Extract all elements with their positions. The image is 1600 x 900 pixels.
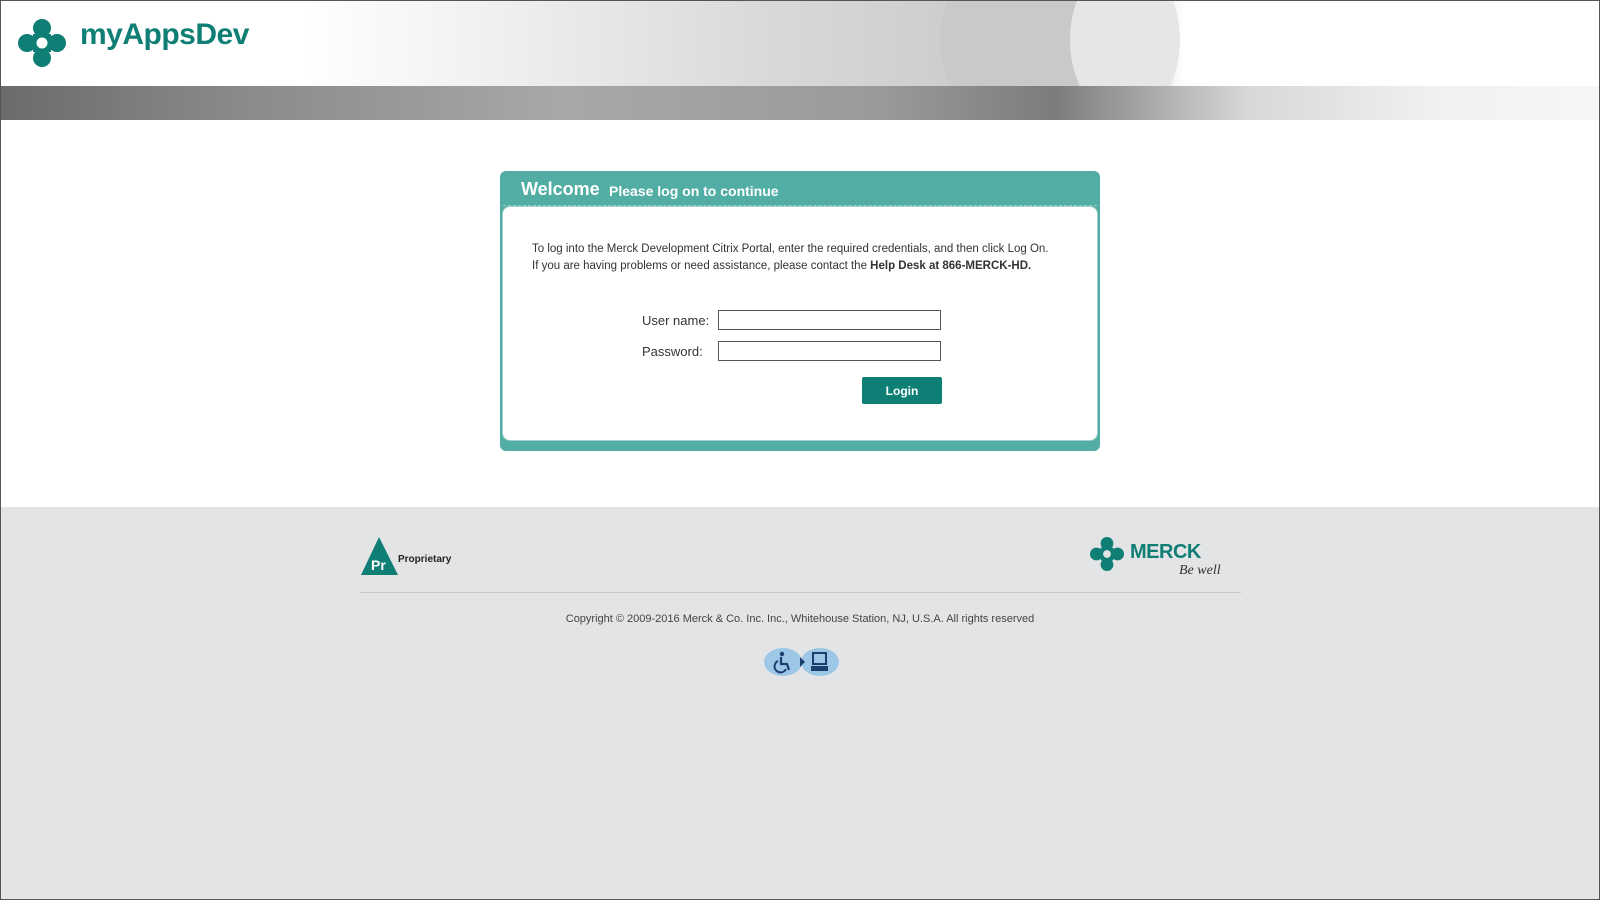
- login-instructions: To log into the Merck Development Citrix…: [532, 241, 1092, 275]
- merck-logo-icon: [18, 19, 66, 67]
- header-swoosh-highlight: [1070, 0, 1180, 86]
- instructions-line-2: If you are having problems or need assis…: [532, 260, 871, 272]
- login-panel: Welcome Please log on to continue To log…: [500, 171, 1100, 451]
- header-band: [0, 86, 1600, 120]
- login-panel-body: To log into the Merck Development Citrix…: [502, 205, 1098, 441]
- login-panel-header: Welcome Please log on to continue: [500, 171, 1100, 205]
- proprietary-label: Proprietary: [398, 554, 452, 565]
- proprietary-mark: Pr: [371, 557, 386, 573]
- welcome-subtitle: Please log on to continue: [609, 183, 779, 199]
- merck-wordmark: MERCK: [1130, 541, 1201, 563]
- password-label: Password:: [642, 344, 703, 359]
- merck-footer-logo-icon: [1090, 537, 1124, 571]
- login-button[interactable]: Login: [862, 377, 942, 404]
- password-input[interactable]: [718, 341, 941, 361]
- merck-tagline: Be well: [1179, 563, 1221, 578]
- main-content: Welcome Please log on to continue To log…: [0, 120, 1600, 507]
- instructions-line-1: To log into the Merck Development Citrix…: [532, 243, 1049, 255]
- copyright-text: Copyright © 2009-2016 Merck & Co. Inc. I…: [565, 613, 1035, 625]
- username-label: User name:: [642, 313, 710, 328]
- footer-divider: [360, 592, 1241, 593]
- app-title: myAppsDev: [80, 18, 249, 51]
- welcome-heading: Welcome: [521, 179, 600, 199]
- accessibility-icon[interactable]: [762, 647, 842, 677]
- username-input[interactable]: [718, 310, 941, 330]
- header: myAppsDev: [0, 0, 1600, 86]
- proprietary-logo-icon: Pr: [361, 537, 398, 575]
- help-desk-contact: Help Desk at 866-MERCK-HD.: [870, 260, 1032, 272]
